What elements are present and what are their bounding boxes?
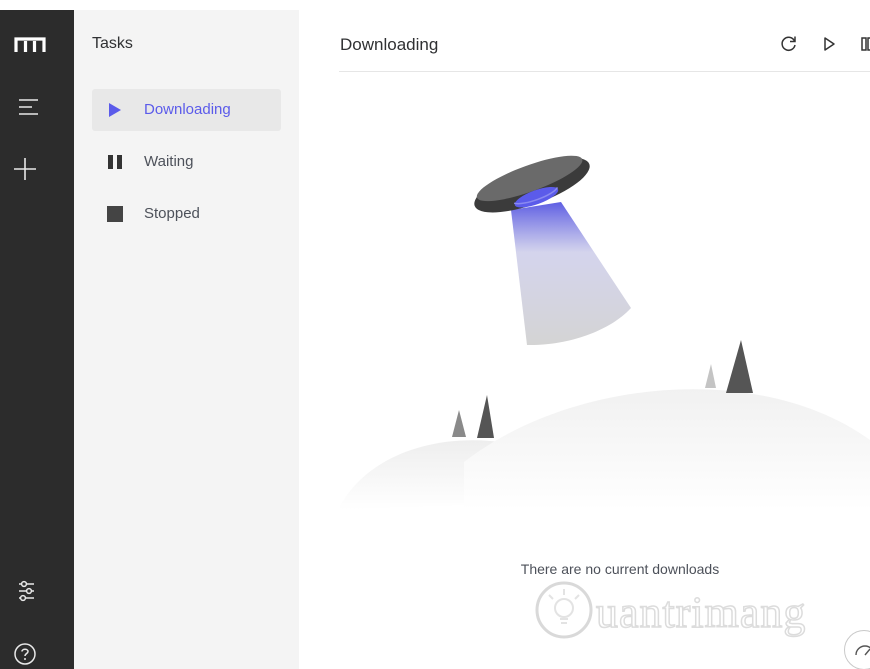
sliders-settings-icon[interactable] bbox=[0, 572, 74, 612]
plus-icon[interactable] bbox=[0, 149, 74, 189]
sidebar-item-label: Downloading bbox=[144, 101, 231, 118]
menu-lines-icon[interactable] bbox=[0, 87, 74, 127]
sidebar-item-downloading[interactable]: Downloading bbox=[92, 89, 281, 131]
stop-icon bbox=[107, 206, 123, 222]
pause-outline-icon[interactable] bbox=[857, 34, 870, 54]
help-circle-icon[interactable] bbox=[0, 634, 74, 669]
watermark-logo: uantrimang bbox=[535, 581, 806, 639]
play-outline-icon[interactable] bbox=[819, 34, 839, 54]
sidebar-item-waiting[interactable]: Waiting bbox=[92, 141, 281, 183]
sidebar-item-label: Waiting bbox=[144, 153, 194, 170]
refresh-icon[interactable] bbox=[779, 34, 799, 54]
ufo-beam bbox=[511, 202, 631, 346]
main-header: Downloading bbox=[339, 10, 870, 72]
hill-right bbox=[464, 389, 870, 510]
logo-m-icon[interactable] bbox=[0, 25, 74, 65]
sidebar-item-stopped[interactable]: Stopped bbox=[92, 193, 281, 235]
empty-state-illustration bbox=[339, 155, 870, 510]
tree-small-icon bbox=[705, 364, 716, 388]
speedometer-icon[interactable] bbox=[844, 630, 870, 669]
play-icon bbox=[107, 102, 123, 118]
main-panel: Downloading There are no current downloa… bbox=[299, 10, 870, 669]
tree-icon bbox=[477, 395, 494, 438]
nav-rail bbox=[0, 10, 74, 669]
pause-icon bbox=[107, 154, 123, 170]
tree-small-icon bbox=[452, 410, 466, 437]
tasks-sidebar: Tasks Downloading Waiting Stopped bbox=[74, 10, 299, 669]
sidebar-title: Tasks bbox=[92, 35, 133, 52]
svg-text:uantrimang: uantrimang bbox=[596, 588, 806, 637]
sidebar-item-label: Stopped bbox=[144, 205, 200, 222]
task-filter-menu: Downloading Waiting Stopped bbox=[92, 89, 281, 245]
page-title: Downloading bbox=[340, 35, 439, 54]
tree-icon bbox=[726, 340, 753, 393]
